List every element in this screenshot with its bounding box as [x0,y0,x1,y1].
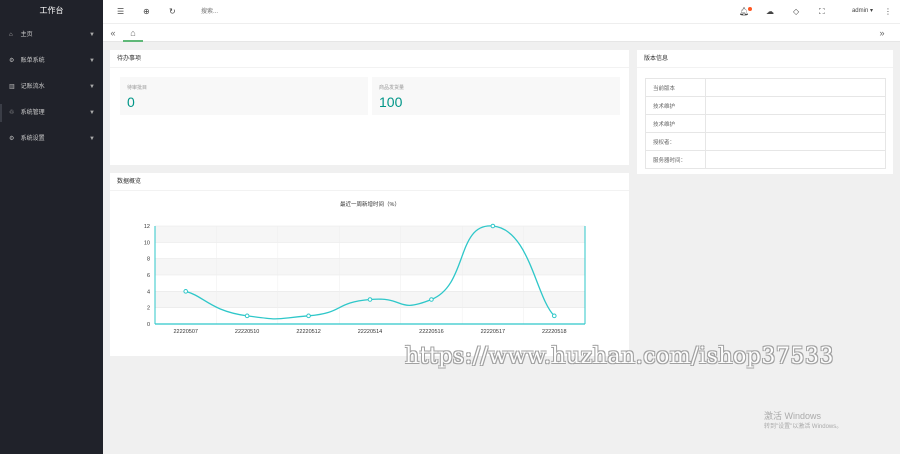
grid-band [155,226,585,243]
overview-card-title: 数据概览 [110,173,629,191]
line-chart: 0 2 4 6 8 10 12 22220507 22220510 22220512 2222051… [144,223,586,335]
data-point [183,289,189,294]
version-key: 服务器时间： [645,150,706,169]
sidebar-item-label: 系统设置 [20,136,45,142]
data-point [367,297,373,302]
chevron-down-icon: ▼ [89,58,95,64]
sidebar-item-ledger[interactable]: ▥ 记账流水 ▼ [0,74,103,100]
x-tick-label: 22220518 [542,329,566,335]
y-tick-label: 6 [147,273,150,279]
x-tick-label: 22220510 [235,329,259,335]
todo-card-title: 待办事项 [110,50,629,68]
chevron-down-icon: ▼ [89,136,95,142]
version-card-title: 版本信息 [637,50,893,68]
version-key: 当前版本 [645,78,706,97]
chevron-down-icon: ▼ [89,110,95,116]
activation-subtitle: 转到"设置"以激活 Windows。 [764,424,843,430]
y-tick-label: 2 [147,306,150,312]
tag-icon[interactable]: ◇ [793,0,799,23]
more-icon[interactable]: ⋮ [884,0,892,23]
sidebar-item-settings[interactable]: ⚙ 系统设置 ▼ [0,126,103,152]
sidebar-item-billing[interactable]: ⚙ 账单系统 ▼ [0,48,103,74]
y-tick-label: 8 [147,257,150,263]
x-tick-label: 22220512 [296,329,320,335]
table-row: 技术维护 [645,96,886,115]
refresh-icon[interactable]: ↻ [169,0,176,23]
version-value [705,150,886,169]
home-icon: ⌂ [9,32,13,38]
search-input[interactable] [201,6,301,18]
data-point [490,223,496,229]
sidebar-item-home[interactable]: ⌂ 主页 ▼ [0,22,103,48]
sidebar-item-system-admin[interactable]: ♲ 系统管理 ▼ [0,100,103,126]
stat-value: 100 [379,94,403,110]
tab-bar: « ⌂ » [103,23,900,42]
chevron-down-icon: ▼ [89,32,95,38]
sidebar-item-label: 账单系统 [20,58,45,64]
chevron-down-icon: ▼ [89,84,95,90]
overview-card: 数据概览 最近一周新增时间（%） 0 2 4 6 8 10 12 22220507 222205… [110,173,629,356]
x-tick-label: 22220516 [419,329,443,335]
fullscreen-icon[interactable]: ⛶ [819,0,825,23]
x-tick-label: 22220517 [481,329,505,335]
version-key: 技术维护 [645,96,706,115]
stat-label: 商品发货量 [379,85,405,91]
recycle-icon: ♲ [9,110,15,116]
theme-icon[interactable]: ☁ [766,0,774,23]
y-tick-label: 12 [144,224,150,230]
gear-icon: ⚙ [9,58,15,64]
sidebar-item-label: 记账流水 [20,84,45,90]
version-key: 技术维护 [645,114,706,133]
bell-icon[interactable]: 🔔︎ [739,0,749,23]
sidebar-item-label: 系统管理 [20,110,45,116]
table-row: 当前版本 [645,78,886,97]
x-tick-label: 22220514 [358,329,382,335]
table-row: 授权者： [645,132,886,151]
grid-icon: ▥ [9,84,15,90]
tab-next-icon[interactable]: » [874,24,890,42]
notification-dot [748,7,752,11]
version-card: 版本信息 当前版本 技术维护 技术维护 授权者： 服务器时间： [637,50,893,174]
version-value [705,114,886,133]
y-tick-label: 0 [147,322,150,328]
user-menu[interactable]: admin ▾ [852,0,873,23]
sidebar-title: 工作台 [39,6,64,15]
data-point [551,313,557,319]
y-tick-label: 10 [144,240,150,246]
globe-icon[interactable]: ⊕ [143,0,150,23]
table-row: 技术维护 [645,114,886,133]
todo-card: 待办事项 待审批目 0 商品发货量 100 [110,50,629,165]
table-row: 服务器时间： [645,150,886,169]
version-value [705,132,886,151]
data-point [306,313,311,319]
gear-icon: ⚙ [9,136,15,142]
top-header: ☰ ⊕ ↻ 🔔︎ ☁ ◇ ⛶ admin ▾ ⋮ [103,0,900,23]
menu-toggle-icon[interactable]: ☰ [117,0,124,23]
x-tick-label: 22220507 [173,329,197,335]
tab-home[interactable]: ⌂ [123,24,143,42]
stat-shipments[interactable]: 商品发货量 100 [372,77,620,115]
version-table: 当前版本 技术维护 技术维护 授权者： 服务器时间： [645,78,886,169]
tab-prev-icon[interactable]: « [105,24,121,42]
data-point [244,313,250,319]
stat-value: 0 [127,94,135,110]
watermark-text: https://www.huzhan.com/ishop37533 [405,344,834,369]
version-value [705,78,886,97]
y-tick-label: 4 [147,289,150,295]
data-point [429,297,434,302]
version-value [705,96,886,115]
stat-pending-approval[interactable]: 待审批目 0 [120,77,368,115]
stat-label: 待审批目 [127,85,148,91]
version-key: 授权者： [645,132,706,151]
sidebar: 工作台 ⌂ 主页 ▼ ⚙ 账单系统 ▼ ▥ 记账流水 ▼ ♲ 系统管理 ▼ ⚙ … [0,0,103,454]
grid-band [155,258,585,275]
sidebar-item-label: 主页 [20,32,33,38]
